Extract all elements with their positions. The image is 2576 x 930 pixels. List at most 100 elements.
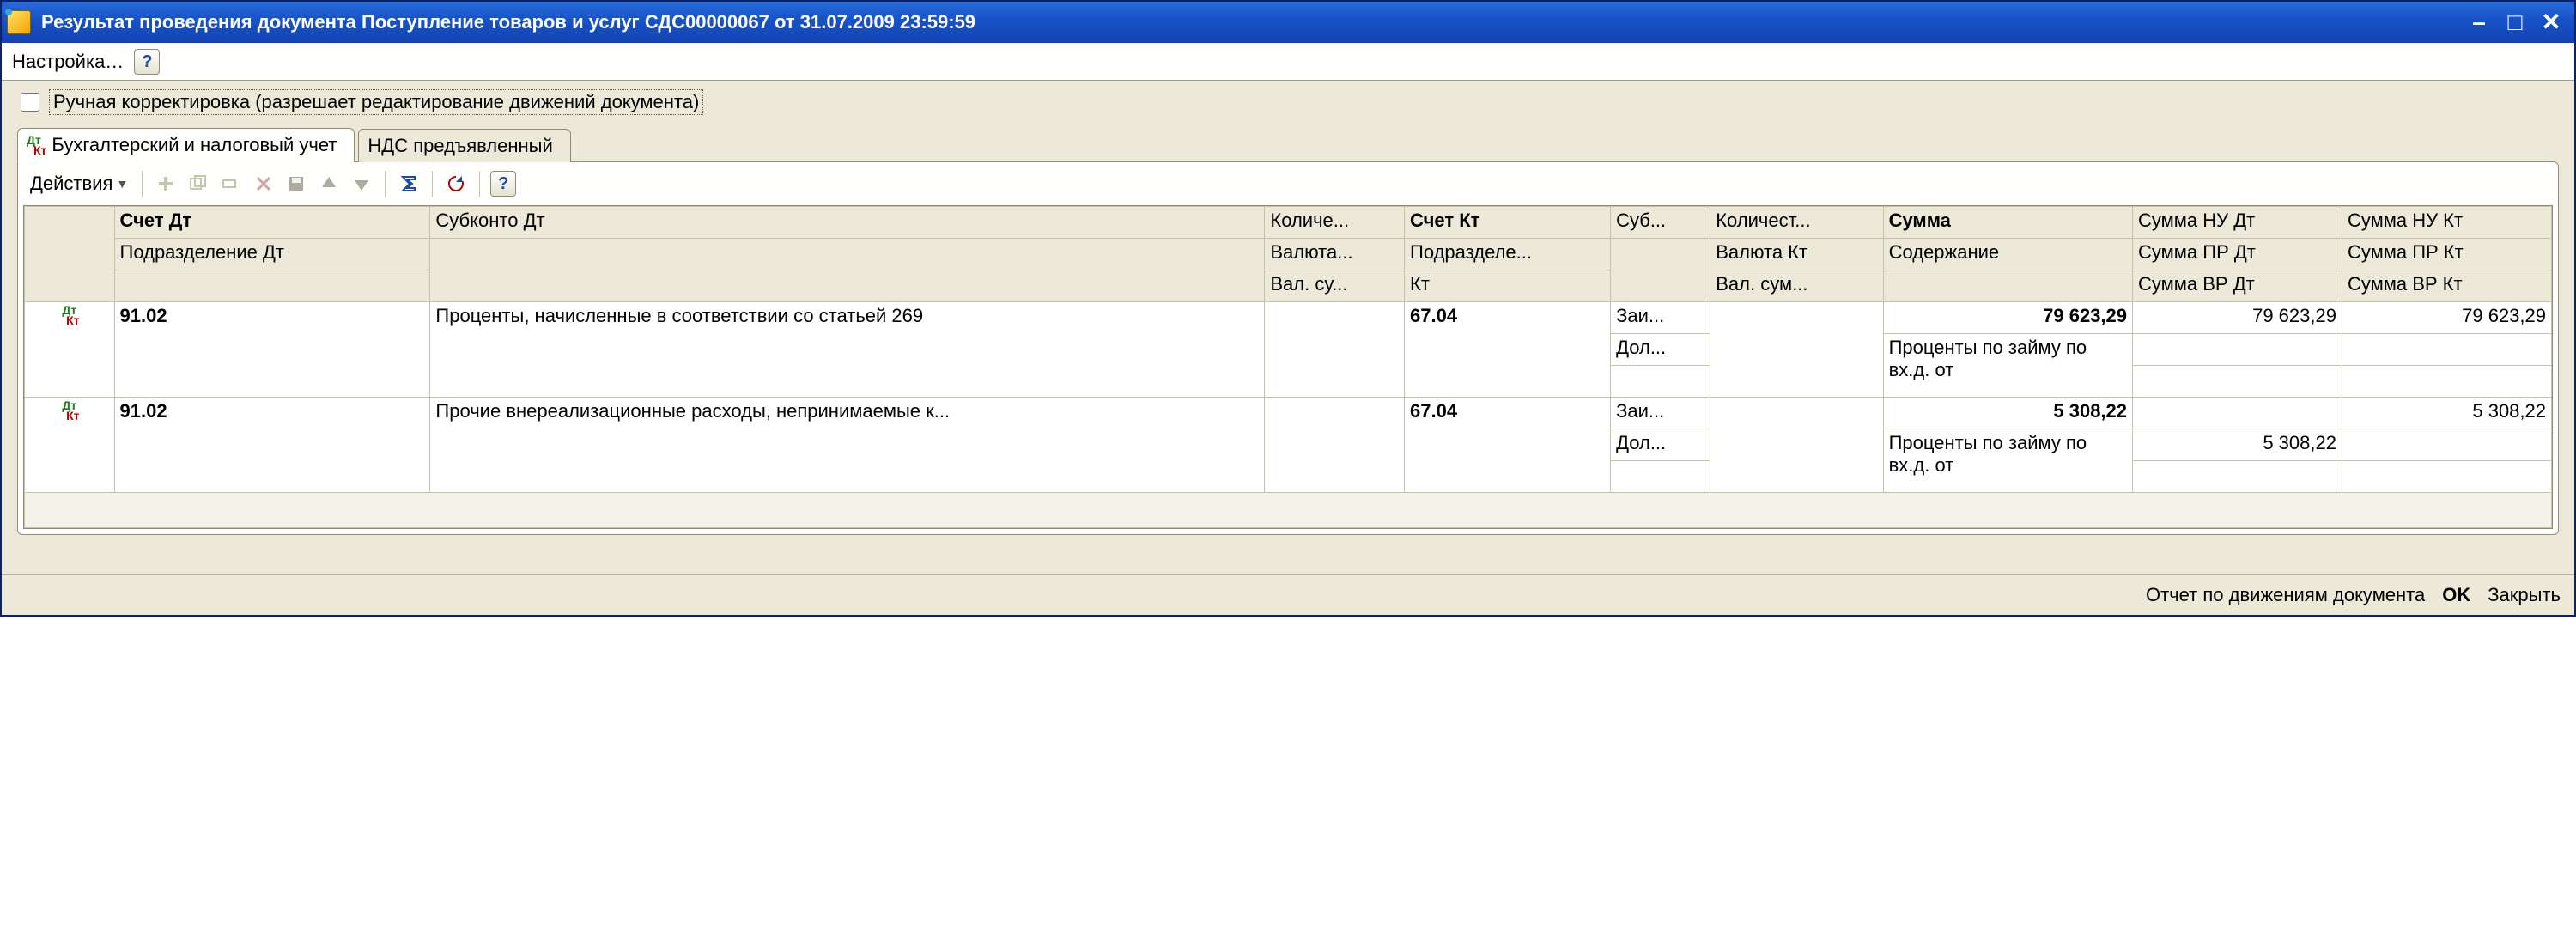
- close-button[interactable]: ✕: [2535, 9, 2567, 36]
- cell-empty: [1710, 302, 1883, 398]
- cell-empty: [2342, 461, 2551, 493]
- dtkt-icon: ДтКт: [59, 400, 79, 421]
- cell-schet-dt[interactable]: 91.02: [114, 398, 430, 493]
- minimize-button[interactable]: –: [2463, 9, 2495, 36]
- cell-nu-dt[interactable]: [2133, 398, 2342, 429]
- col-kolich2[interactable]: Количест...: [1710, 207, 1883, 239]
- toolbar-separator: [385, 171, 386, 197]
- move-up-icon[interactable]: [316, 171, 342, 197]
- grid-footer-row: [25, 493, 2552, 528]
- cell-pr-kt[interactable]: [2342, 429, 2551, 461]
- title-bar: Результат проведения документа Поступлен…: [2, 2, 2574, 43]
- cell-subkt1[interactable]: Заи...: [1611, 398, 1710, 429]
- help-button[interactable]: ?: [134, 49, 160, 75]
- col-val-su[interactable]: Вал. су...: [1265, 270, 1405, 302]
- tab-accounting-label: Бухгалтерский и налоговый учет: [52, 134, 337, 156]
- cell-soderzh[interactable]: Проценты по займу по вх.д. от: [1883, 429, 2132, 493]
- toolbar-separator: [142, 171, 143, 197]
- cell-nu-kt[interactable]: 5 308,22: [2342, 398, 2551, 429]
- cell-subkt2[interactable]: Дол...: [1611, 429, 1710, 461]
- table-row[interactable]: ДтКт 91.02 Проценты, начисленные в соотв…: [25, 302, 2552, 334]
- delete-row-icon[interactable]: [251, 171, 276, 197]
- cell-soderzh[interactable]: Проценты по займу по вх.д. от: [1883, 334, 2132, 398]
- tab-accounting[interactable]: ДтКт Бухгалтерский и налоговый учет: [17, 128, 355, 162]
- cell-nu-dt[interactable]: 79 623,29: [2133, 302, 2342, 334]
- cell-empty: [1611, 366, 1710, 398]
- sigma-icon[interactable]: [396, 171, 422, 197]
- grid-table: Счет Дт Субконто Дт Количе... Счет Кт Су…: [24, 206, 2552, 528]
- menu-settings[interactable]: Настройка…: [12, 51, 124, 73]
- refresh-icon[interactable]: [443, 171, 469, 197]
- ok-button[interactable]: OK: [2442, 584, 2470, 606]
- manual-edit-row: Ручная корректировка (разрешает редактир…: [17, 89, 2559, 115]
- table-row[interactable]: ДтКт 91.02 Прочие внереализационные расх…: [25, 398, 2552, 429]
- col-valuta[interactable]: Валюта...: [1265, 239, 1405, 270]
- col-sub[interactable]: Суб...: [1611, 207, 1710, 239]
- col-schet-dt[interactable]: Счет Дт: [114, 207, 430, 239]
- cell-pr-kt[interactable]: [2342, 334, 2551, 366]
- cell-pr-dt[interactable]: 5 308,22: [2133, 429, 2342, 461]
- cell-summa[interactable]: 79 623,29: [1883, 302, 2132, 334]
- tabs: ДтКт Бухгалтерский и налоговый учет НДС …: [17, 127, 2559, 161]
- spacer: [17, 535, 2559, 574]
- col-schet-kt[interactable]: Счет Кт: [1405, 207, 1611, 239]
- grid-header: Счет Дт Субконто Дт Количе... Счет Кт Су…: [25, 207, 2552, 302]
- close-form-button[interactable]: Закрыть: [2488, 584, 2561, 606]
- cell-subkt2[interactable]: Дол...: [1611, 334, 1710, 366]
- manual-edit-label[interactable]: Ручная корректировка (разрешает редактир…: [49, 89, 703, 115]
- cell-empty: [2342, 366, 2551, 398]
- tab-vat[interactable]: НДС предъявленный: [358, 129, 570, 162]
- col-nu-dt[interactable]: Сумма НУ Дт: [2133, 207, 2342, 239]
- col-vr-kt[interactable]: Сумма ВР Кт: [2342, 270, 2551, 302]
- cell-subkonto[interactable]: Прочие внереализационные расходы, неприн…: [430, 398, 1265, 493]
- col-podr-dt[interactable]: Подразделение Дт: [114, 239, 430, 270]
- col-pr-dt[interactable]: Сумма ПР Дт: [2133, 239, 2342, 270]
- app-icon: [7, 10, 31, 34]
- actions-menu-button[interactable]: Действия ▼: [28, 171, 131, 197]
- col-podr-kt[interactable]: Подразделе...: [1405, 239, 1611, 270]
- cell-nu-kt[interactable]: 79 623,29: [2342, 302, 2551, 334]
- col-summa[interactable]: Сумма: [1883, 207, 2132, 239]
- cell-empty: [2133, 366, 2342, 398]
- row-icon-cell: ДтКт: [25, 398, 115, 493]
- maximize-button[interactable]: □: [2499, 9, 2531, 36]
- col-nu-kt[interactable]: Сумма НУ Кт: [2342, 207, 2551, 239]
- col-kt[interactable]: Кт: [1405, 270, 1611, 302]
- col-kolich[interactable]: Количе...: [1265, 207, 1405, 239]
- cell-subkt1[interactable]: Заи...: [1611, 302, 1710, 334]
- cell-subkonto[interactable]: Проценты, начисленные в соответствии со …: [430, 302, 1265, 398]
- cell-schet-kt[interactable]: 67.04: [1405, 302, 1611, 398]
- grid-toolbar: Действия ▼ ?: [23, 169, 2553, 205]
- client-area: Ручная корректировка (разрешает редактир…: [2, 81, 2574, 574]
- col-val-sum[interactable]: Вал. сум...: [1710, 270, 1883, 302]
- add-row-icon[interactable]: [153, 171, 179, 197]
- cell-summa[interactable]: 5 308,22: [1883, 398, 2132, 429]
- tab-vat-label: НДС предъявленный: [368, 135, 552, 157]
- grid-footer-cell: [25, 493, 2552, 528]
- cell-empty: [2133, 461, 2342, 493]
- copy-row-icon[interactable]: [185, 171, 211, 197]
- report-button[interactable]: Отчет по движениям документа: [2146, 584, 2425, 606]
- col-empty3: [114, 270, 430, 302]
- toolbar-separator: [432, 171, 433, 197]
- grid-body: ДтКт 91.02 Проценты, начисленные в соотв…: [25, 302, 2552, 528]
- edit-row-icon[interactable]: [218, 171, 244, 197]
- cell-schet-kt[interactable]: 67.04: [1405, 398, 1611, 493]
- window-controls: – □ ✕: [2463, 9, 2567, 36]
- col-soderzh[interactable]: Содержание: [1883, 239, 2132, 270]
- col-subkonto-dt[interactable]: Субконто Дт: [430, 207, 1265, 239]
- window-root: Результат проведения документа Поступлен…: [0, 0, 2576, 617]
- col-valuta-kt[interactable]: Валюта Кт: [1710, 239, 1883, 270]
- move-down-icon[interactable]: [349, 171, 374, 197]
- save-icon[interactable]: [283, 171, 309, 197]
- col-vr-dt[interactable]: Сумма ВР Дт: [2133, 270, 2342, 302]
- grid-help-button[interactable]: ?: [490, 171, 516, 197]
- tab-panel: Действия ▼ ?: [17, 161, 2559, 535]
- footer-bar: Отчет по движениям документа OK Закрыть: [2, 574, 2574, 615]
- col-pr-kt[interactable]: Сумма ПР Кт: [2342, 239, 2551, 270]
- cell-schet-dt[interactable]: 91.02: [114, 302, 430, 398]
- cell-pr-dt[interactable]: [2133, 334, 2342, 366]
- col-empty4: [1883, 270, 2132, 302]
- actions-label: Действия: [30, 173, 112, 195]
- manual-edit-checkbox[interactable]: [21, 93, 39, 112]
